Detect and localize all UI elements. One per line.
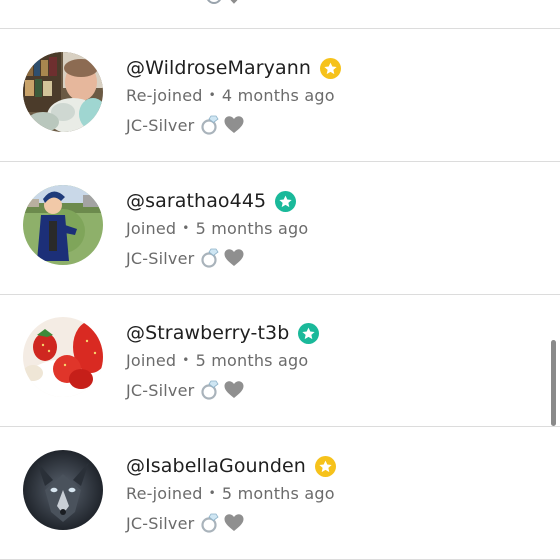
role-line: JC-Silver [126, 379, 245, 401]
username[interactable]: @sarathao445 [126, 190, 266, 212]
join-status: Joined • 5 months ago [126, 219, 308, 238]
time-text: 4 months ago [221, 86, 335, 105]
role-line: JC-Silver [126, 114, 245, 136]
partial-list-item[interactable] [0, 0, 560, 29]
star-badge-icon [314, 455, 336, 477]
username[interactable]: @IsabellaGounden [126, 455, 306, 477]
username-line: @IsabellaGounden [126, 453, 336, 479]
list-item[interactable]: @sarathao445 Joined • 5 months ago JC-Silv… [0, 162, 560, 295]
star-badge-icon [320, 57, 342, 79]
silver-heart-icon [224, 381, 244, 398]
join-status: Joined • 5 months ago [126, 351, 308, 370]
star-badge-icon [275, 190, 297, 212]
ring-icon [201, 513, 219, 533]
list-item[interactable]: @WildroseMaryann Re-joined • 4 months ago … [0, 29, 560, 162]
separator: • [208, 485, 216, 500]
role-text: JC-Silver [126, 115, 195, 135]
member-list-screen: @WildroseMaryann Re-joined • 4 months ago … [0, 0, 560, 560]
separator: • [182, 220, 190, 235]
partial-role-icons [205, 0, 245, 11]
separator: • [182, 352, 190, 367]
list-item[interactable]: @IsabellaGounden Re-joined • 5 months ago … [0, 427, 560, 560]
scrollbar[interactable] [551, 340, 556, 426]
role-text: JC-Silver [126, 248, 195, 268]
silver-heart-icon [224, 116, 244, 133]
role-line: JC-Silver [126, 247, 245, 269]
role-line: JC-Silver [126, 512, 245, 534]
role-text: JC-Silver [126, 380, 195, 400]
username-line: @sarathao445 [126, 188, 297, 214]
join-status: Re-joined • 5 months ago [126, 484, 335, 503]
avatar[interactable] [23, 317, 103, 397]
role-text: JC-Silver [126, 513, 195, 533]
time-text: 5 months ago [195, 351, 309, 370]
ring-icon [201, 115, 219, 135]
ring-icon [201, 380, 219, 400]
username[interactable]: @Strawberry-t3b [126, 322, 289, 344]
status-text: Re-joined [126, 484, 203, 503]
username-line: @Strawberry-t3b [126, 320, 320, 346]
time-text: 5 months ago [221, 484, 335, 503]
status-text: Joined [126, 219, 177, 238]
avatar[interactable] [23, 450, 103, 530]
join-status: Re-joined • 4 months ago [126, 86, 335, 105]
star-badge-icon [298, 322, 320, 344]
separator: • [208, 87, 216, 102]
silver-heart-icon [224, 249, 244, 266]
status-text: Re-joined [126, 86, 203, 105]
avatar[interactable] [23, 52, 103, 132]
time-text: 5 months ago [195, 219, 309, 238]
username[interactable]: @WildroseMaryann [126, 57, 311, 79]
username-line: @WildroseMaryann [126, 55, 342, 81]
ring-icon [201, 248, 219, 268]
list-item[interactable]: @Strawberry-t3b Joined • 5 months ago JC-S… [0, 294, 560, 427]
status-text: Joined [126, 351, 177, 370]
avatar[interactable] [23, 185, 103, 265]
silver-heart-icon [224, 514, 244, 531]
